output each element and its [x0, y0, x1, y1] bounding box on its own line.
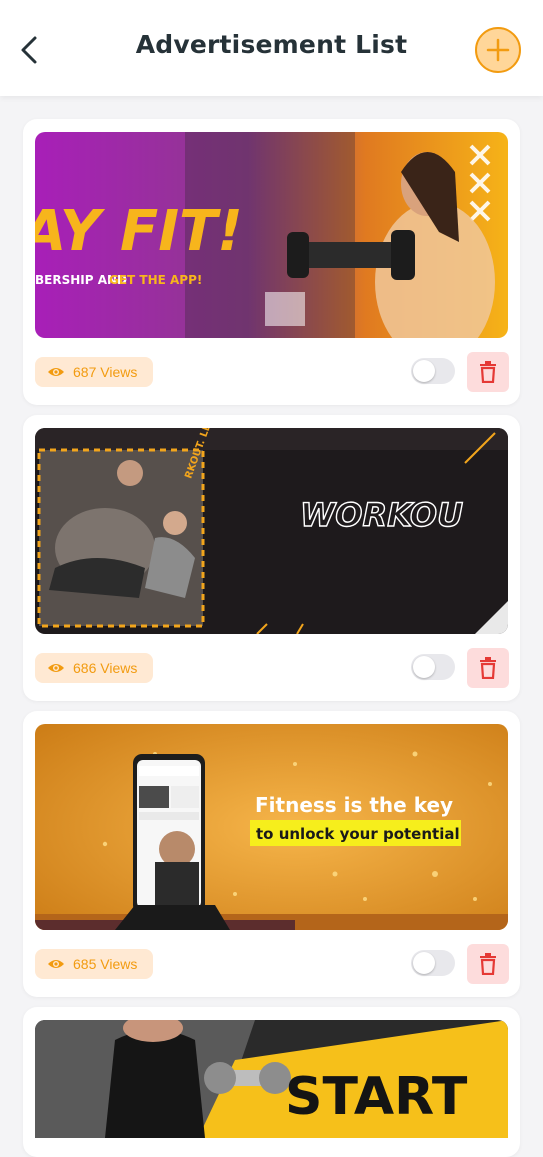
add-advertisement-button[interactable] — [475, 27, 521, 73]
views-badge: 685 Views — [35, 949, 153, 979]
active-toggle[interactable] — [411, 358, 455, 384]
banner-headline: AY FIT! — [35, 199, 243, 264]
views-badge: 687 Views — [35, 357, 153, 387]
banner-line2: to unlock your potential — [256, 825, 460, 843]
plus-icon — [486, 38, 510, 62]
delete-button[interactable] — [467, 648, 509, 688]
views-badge: 686 Views — [35, 653, 153, 683]
banner-headline: WORKOU — [300, 496, 463, 534]
eye-icon — [48, 368, 64, 376]
toggle-knob — [413, 360, 435, 382]
app-header: Advertisement List — [0, 0, 543, 96]
page-title: Advertisement List — [135, 30, 408, 59]
views-count: 686 Views — [73, 660, 138, 676]
advertisement-banner-image[interactable]: START — [35, 1020, 508, 1138]
banner-subline-b: GET THE APP! — [109, 273, 202, 287]
advertisement-banner-image[interactable]: WORKOU RKOUT. LET'S W — [35, 428, 508, 634]
advertisement-banner-image[interactable]: Fitness is the key to unlock your potent… — [35, 724, 508, 930]
eye-icon — [48, 664, 64, 672]
advertisement-card[interactable]: AY FIT! BERSHIP AND GET THE APP! 687 Vie… — [23, 119, 520, 405]
advertisement-banner-image[interactable]: AY FIT! BERSHIP AND GET THE APP! — [35, 132, 508, 338]
trash-icon — [480, 953, 496, 975]
advertisement-card[interactable]: START — [23, 1007, 520, 1157]
trash-icon — [480, 361, 496, 383]
views-count: 685 Views — [73, 956, 138, 972]
delete-button[interactable] — [467, 944, 509, 984]
delete-button[interactable] — [467, 352, 509, 392]
views-count: 687 Views — [73, 364, 138, 380]
advertisement-card[interactable]: Fitness is the key to unlock your potent… — [23, 711, 520, 997]
trash-icon — [480, 657, 496, 679]
eye-icon — [48, 960, 64, 968]
banner-headline: START — [285, 1067, 468, 1127]
active-toggle[interactable] — [411, 654, 455, 680]
active-toggle[interactable] — [411, 950, 455, 976]
toggle-knob — [413, 952, 435, 974]
banner-line1: Fitness is the key — [255, 793, 453, 817]
toggle-knob — [413, 656, 435, 678]
advertisement-card[interactable]: WORKOU RKOUT. LET'S W 686 Views — [23, 415, 520, 701]
